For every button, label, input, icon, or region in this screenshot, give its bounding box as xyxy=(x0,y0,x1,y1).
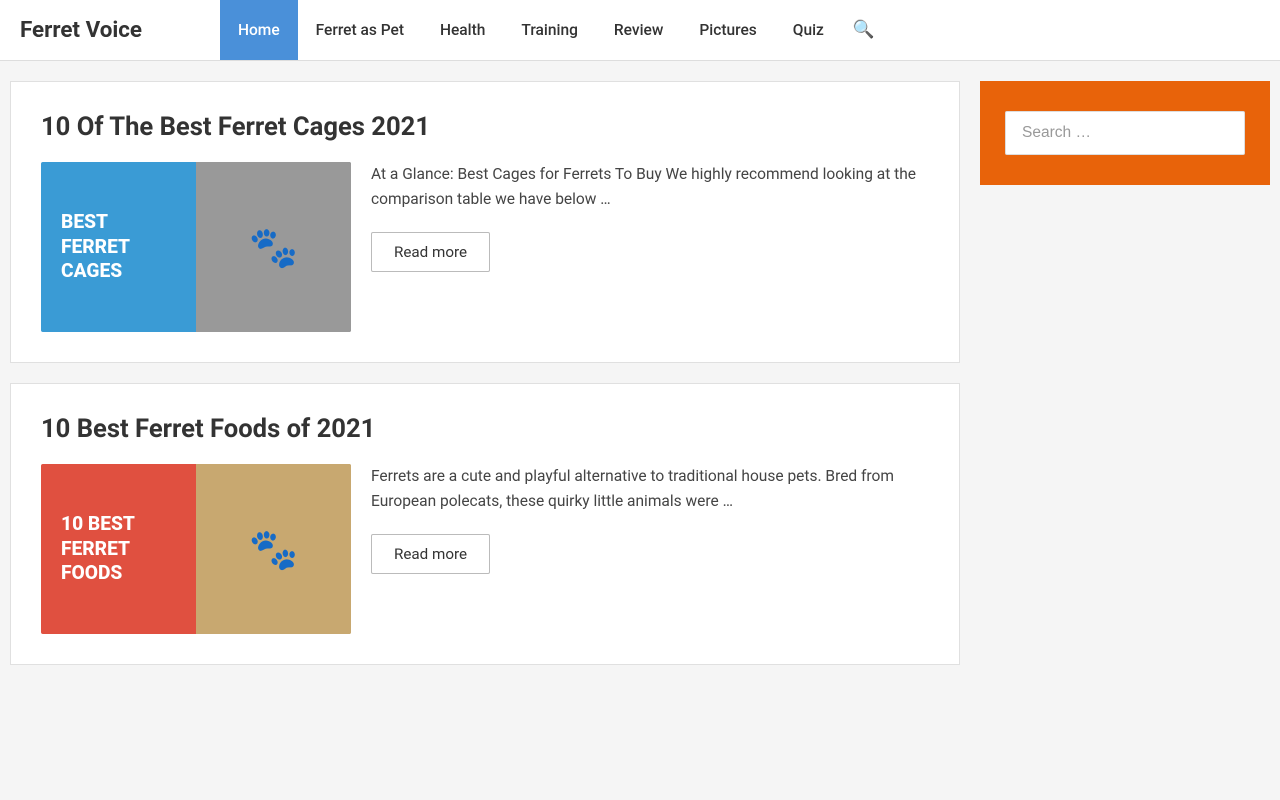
nav-links: Home Ferret as Pet Health Training Revie… xyxy=(220,0,842,60)
article-excerpt-cages: At a Glance: Best Cages for Ferrets To B… xyxy=(371,162,929,212)
nav-search-icon[interactable]: 🔍 xyxy=(842,0,886,61)
nav-link-ferret-as-pet[interactable]: Ferret as Pet xyxy=(298,0,422,60)
nav-item-health[interactable]: Health xyxy=(422,0,503,60)
article-ferret-foods: 10 Best Ferret Foods of 2021 10 BestFerr… xyxy=(10,383,960,665)
article-title-foods: 10 Best Ferret Foods of 2021 xyxy=(41,414,929,444)
img-cages-ferret: 🐾 xyxy=(196,162,351,332)
page-wrapper: 10 Of The Best Ferret Cages 2021 BestFer… xyxy=(0,61,1280,685)
nav-link-home[interactable]: Home xyxy=(220,0,298,60)
img-foods-text: 10 BestFerretFoods xyxy=(41,492,196,607)
img-foods-ferret: 🐾 xyxy=(196,464,351,634)
read-more-cages[interactable]: Read more xyxy=(371,232,490,272)
article-image-cages: BestFerretCages 🐾 xyxy=(41,162,351,332)
article-text-foods: Ferrets are a cute and playful alternati… xyxy=(371,464,929,574)
nav-item-ferret-as-pet[interactable]: Ferret as Pet xyxy=(298,0,422,60)
nav-brand[interactable]: Ferret Voice xyxy=(20,17,200,43)
img-cages-text: BestFerretCages xyxy=(41,190,196,305)
navbar: Ferret Voice Home Ferret as Pet Health T… xyxy=(0,0,1280,61)
nav-link-review[interactable]: Review xyxy=(596,0,681,60)
nav-item-quiz[interactable]: Quiz xyxy=(775,0,842,60)
img-cages-bg: BestFerretCages 🐾 xyxy=(41,162,351,332)
nav-link-training[interactable]: Training xyxy=(503,0,595,60)
nav-link-health[interactable]: Health xyxy=(422,0,503,60)
article-title-cages: 10 Of The Best Ferret Cages 2021 xyxy=(41,112,929,142)
nav-item-home[interactable]: Home xyxy=(220,0,298,60)
nav-link-quiz[interactable]: Quiz xyxy=(775,0,842,60)
read-more-foods[interactable]: Read more xyxy=(371,534,490,574)
article-body-cages: BestFerretCages 🐾 At a Glance: Best Cage… xyxy=(41,162,929,332)
search-input[interactable] xyxy=(1005,111,1245,155)
article-ferret-cages: 10 Of The Best Ferret Cages 2021 BestFer… xyxy=(10,81,960,363)
img-foods-bg: 10 BestFerretFoods 🐾 xyxy=(41,464,351,634)
nav-link-pictures[interactable]: Pictures xyxy=(681,0,774,60)
article-excerpt-foods: Ferrets are a cute and playful alternati… xyxy=(371,464,929,514)
nav-item-pictures[interactable]: Pictures xyxy=(681,0,774,60)
nav-item-training[interactable]: Training xyxy=(503,0,595,60)
article-text-cages: At a Glance: Best Cages for Ferrets To B… xyxy=(371,162,929,272)
nav-item-review[interactable]: Review xyxy=(596,0,681,60)
article-body-foods: 10 BestFerretFoods 🐾 Ferrets are a cute … xyxy=(41,464,929,634)
sidebar xyxy=(980,81,1270,665)
article-image-foods: 10 BestFerretFoods 🐾 xyxy=(41,464,351,634)
sidebar-search-box xyxy=(980,81,1270,185)
main-content: 10 Of The Best Ferret Cages 2021 BestFer… xyxy=(10,81,960,665)
